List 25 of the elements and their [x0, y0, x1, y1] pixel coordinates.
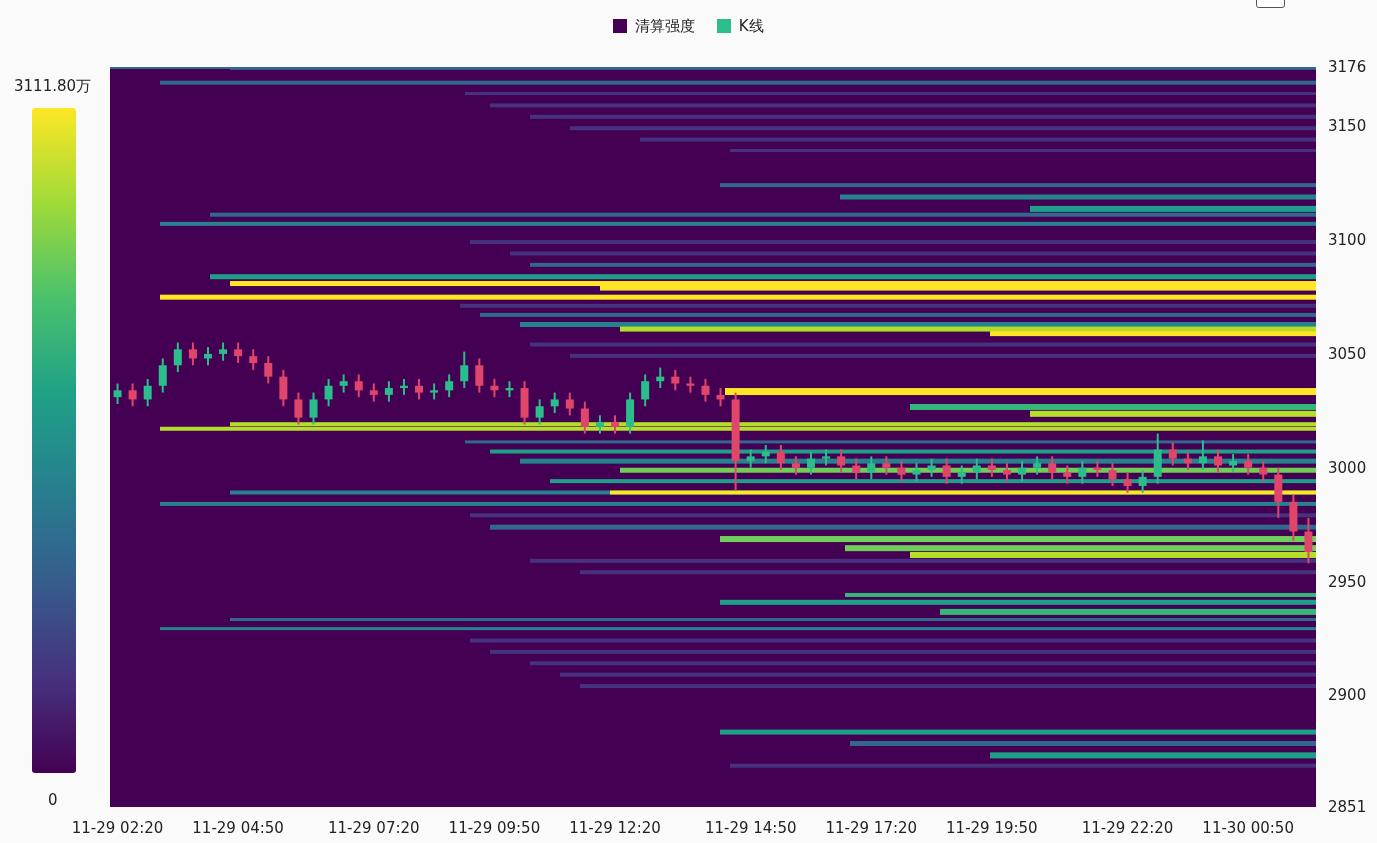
x-axis-label: 11-29 12:20 — [569, 819, 661, 837]
y-axis-label: 2950 — [1328, 572, 1367, 591]
x-axis-label: 11-29 09:50 — [448, 819, 541, 837]
x-axis-label: 11-29 14:50 — [704, 819, 797, 837]
y-axis-label: 3100 — [1328, 231, 1367, 250]
x-axis-label: 11-29 19:50 — [946, 819, 1038, 837]
colorbar-min-label: 0 — [48, 790, 58, 811]
x-axis-label: 11-30 00:50 — [1202, 819, 1294, 837]
y-axis-label: 3000 — [1328, 458, 1367, 477]
candlestick — [822, 448, 831, 467]
y-axis-label: 3050 — [1328, 344, 1367, 363]
y-axis-label: 3150 — [1328, 117, 1367, 136]
x-axis-label: 11-29 02:20 — [71, 819, 164, 837]
legend-label[interactable]: 清算强度 — [634, 15, 695, 38]
x-axis-label: 11-29 17:20 — [825, 819, 918, 837]
candlestick — [430, 382, 439, 401]
y-axis-label: 3176 — [1328, 58, 1367, 76]
x-axis-label: 11-29 07:20 — [328, 819, 420, 837]
y-axis-label: 2900 — [1328, 686, 1367, 705]
x-axis-label: 11-29 04:50 — [192, 819, 284, 837]
candlestick — [686, 375, 695, 394]
x-axis-label: 11-29 22:20 — [1081, 819, 1174, 837]
legend-label[interactable]: K线 — [738, 15, 764, 38]
colorbar-max-label: 3111.80万 — [14, 76, 92, 97]
y-axis-label: 2851 — [1328, 798, 1367, 816]
